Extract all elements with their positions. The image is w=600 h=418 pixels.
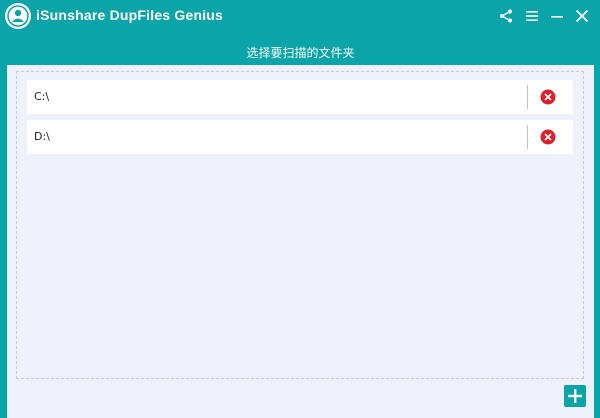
minimize-icon — [551, 16, 563, 18]
section-header: 选择要扫描的文件夹 — [7, 40, 594, 65]
app-title: iSunshare DupFiles Genius — [36, 7, 224, 23]
app-logo-icon — [5, 3, 31, 29]
folder-path: C:\ — [34, 90, 50, 103]
add-folder-button[interactable] — [564, 385, 586, 407]
remove-circle-icon — [540, 89, 556, 105]
remove-folder-button[interactable] — [540, 89, 556, 105]
title-bar: iSunshare DupFiles Genius — [0, 0, 600, 32]
remove-folder-button[interactable] — [540, 129, 556, 145]
folder-path: D:\ — [34, 130, 50, 143]
share-icon — [500, 9, 512, 23]
main-panel: 选择要扫描的文件夹 C:\ D:\ — [7, 40, 594, 418]
close-icon — [575, 9, 589, 23]
minimize-button[interactable] — [547, 6, 567, 26]
folder-row[interactable]: D:\ — [27, 120, 573, 154]
row-divider — [527, 85, 528, 109]
row-divider — [527, 125, 528, 149]
menu-button[interactable] — [522, 6, 542, 26]
plus-icon — [568, 389, 582, 403]
folder-row[interactable]: C:\ — [27, 80, 573, 114]
remove-circle-icon — [540, 129, 556, 145]
share-button[interactable] — [496, 6, 516, 26]
hamburger-menu-icon — [526, 11, 538, 21]
close-button[interactable] — [572, 6, 592, 26]
folder-list-area[interactable]: C:\ D:\ — [16, 71, 584, 379]
